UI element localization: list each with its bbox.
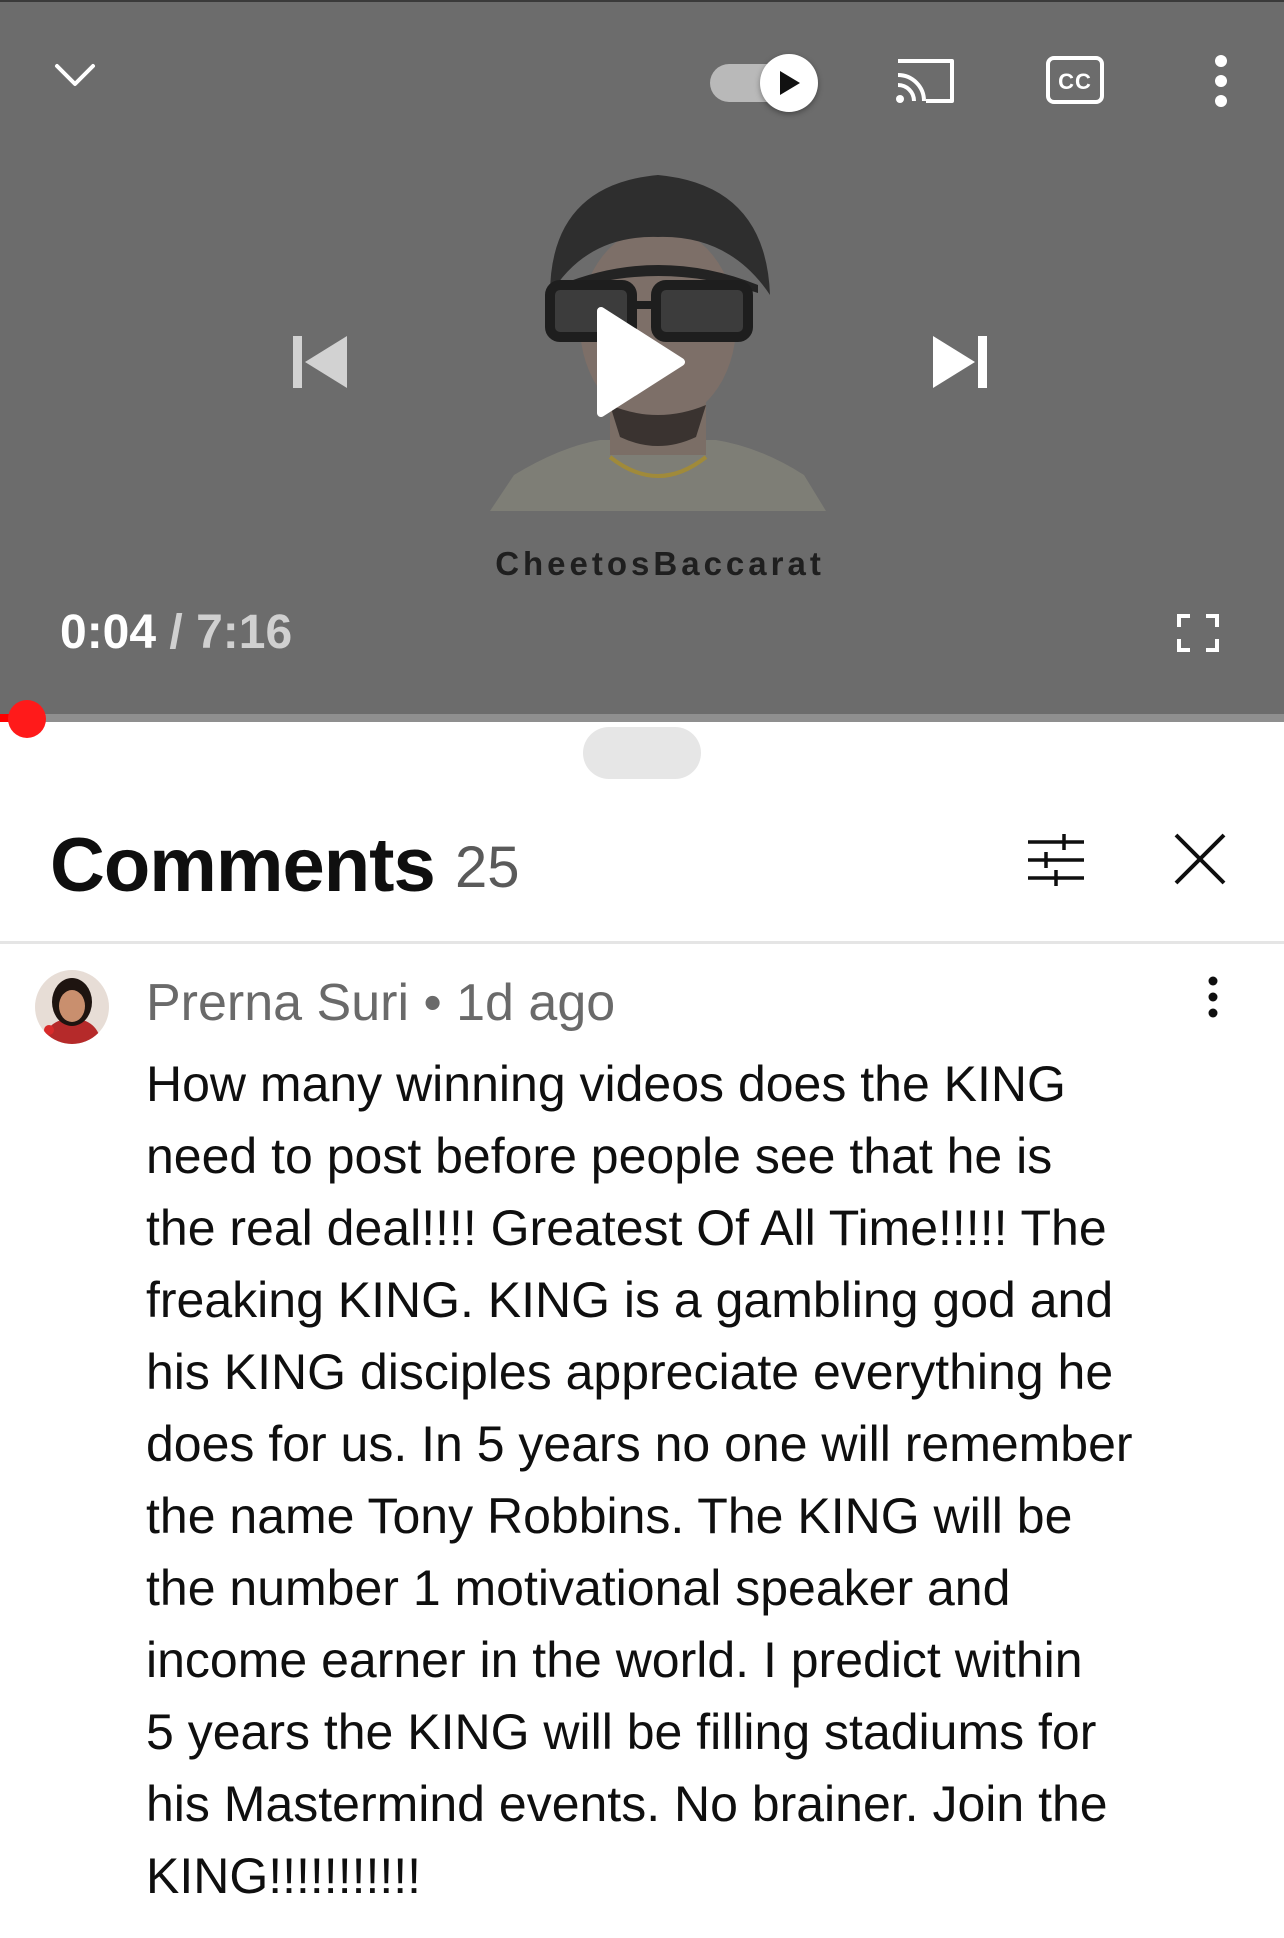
video-player[interactable]: CC CheetosBaccarat 0:04 / 7:16 [0,0,1284,722]
skip-previous-icon[interactable] [280,322,360,402]
comments-title: Comments [50,823,436,908]
comment-text: How many winning videos does the KING ne… [146,1056,1133,1904]
duration: 7:16 [196,606,293,659]
comments-count: 25 [455,835,520,900]
header-divider [0,941,1284,944]
chevron-down-icon[interactable] [40,40,110,110]
more-vert-icon[interactable] [1196,48,1246,114]
time-display: 0:04 / 7:16 [60,606,293,659]
svg-text:CC: CC [1058,69,1092,94]
status-divider [0,0,1284,2]
cc-icon[interactable]: CC [1042,50,1108,110]
play-icon[interactable] [585,300,695,424]
filter-icon[interactable] [1022,830,1090,890]
autoplay-toggle[interactable] [710,45,822,115]
fullscreen-icon[interactable] [1168,608,1228,658]
current-time: 0:04 [60,606,157,659]
progress-bar[interactable] [0,714,1284,722]
autoplay-play-icon [760,54,818,112]
close-icon[interactable] [1168,826,1232,892]
progress-scrubber[interactable] [8,700,46,738]
comment-more-icon[interactable] [1195,972,1231,1022]
cast-icon[interactable] [890,48,960,114]
skip-next-icon[interactable] [920,322,1000,402]
meta-separator: • [423,974,442,1032]
comment-meta: Prerna Suri • 1d ago [146,973,615,1033]
avatar[interactable] [35,970,109,1044]
comment-age: 1d ago [456,974,616,1032]
comment-author[interactable]: Prerna Suri [146,974,409,1032]
drag-handle[interactable] [583,727,701,779]
channel-watermark: CheetosBaccarat [495,545,825,582]
